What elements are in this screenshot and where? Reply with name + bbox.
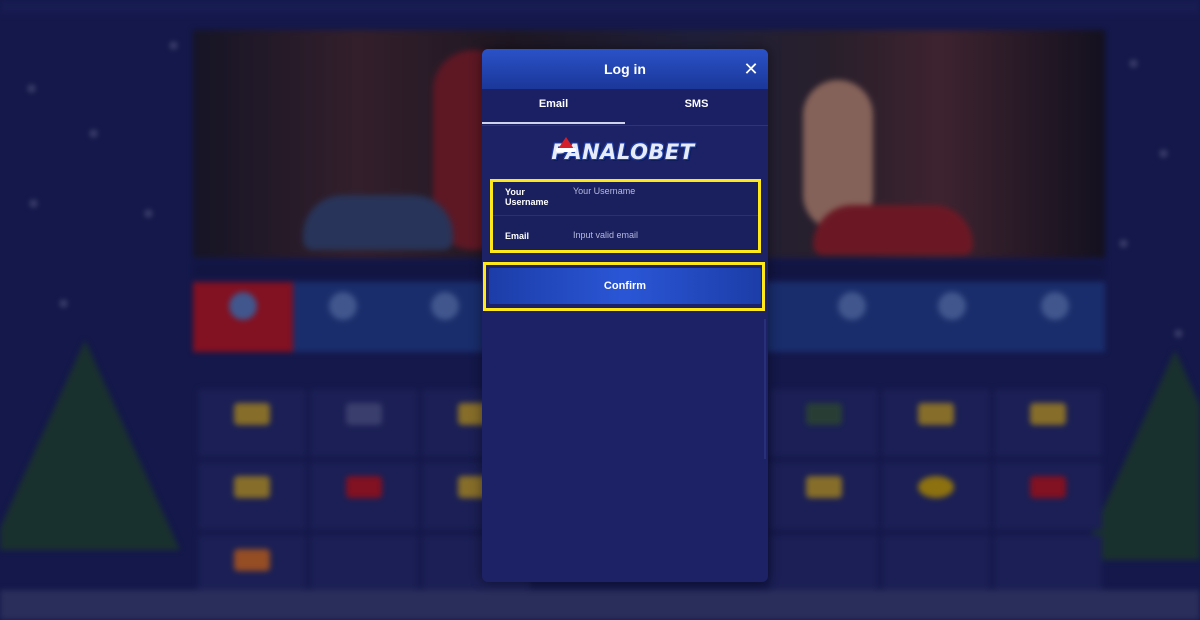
- highlight-confirm-button: [483, 262, 765, 311]
- highlight-form-fields: [490, 179, 761, 253]
- close-icon[interactable]: ✕: [740, 58, 762, 80]
- tab-email[interactable]: Email: [482, 89, 625, 125]
- brand-logo: PANALOBET: [548, 137, 698, 171]
- login-modal: Log in ✕ Email SMS PANALOBET Your Userna…: [482, 49, 768, 582]
- modal-scrollbar[interactable]: [764, 319, 766, 459]
- tab-sms[interactable]: SMS: [625, 89, 768, 125]
- modal-title: Log in: [604, 61, 646, 77]
- modal-header: Log in ✕: [482, 49, 768, 89]
- login-tabs: Email SMS: [482, 89, 768, 126]
- active-tab-indicator: [482, 122, 625, 124]
